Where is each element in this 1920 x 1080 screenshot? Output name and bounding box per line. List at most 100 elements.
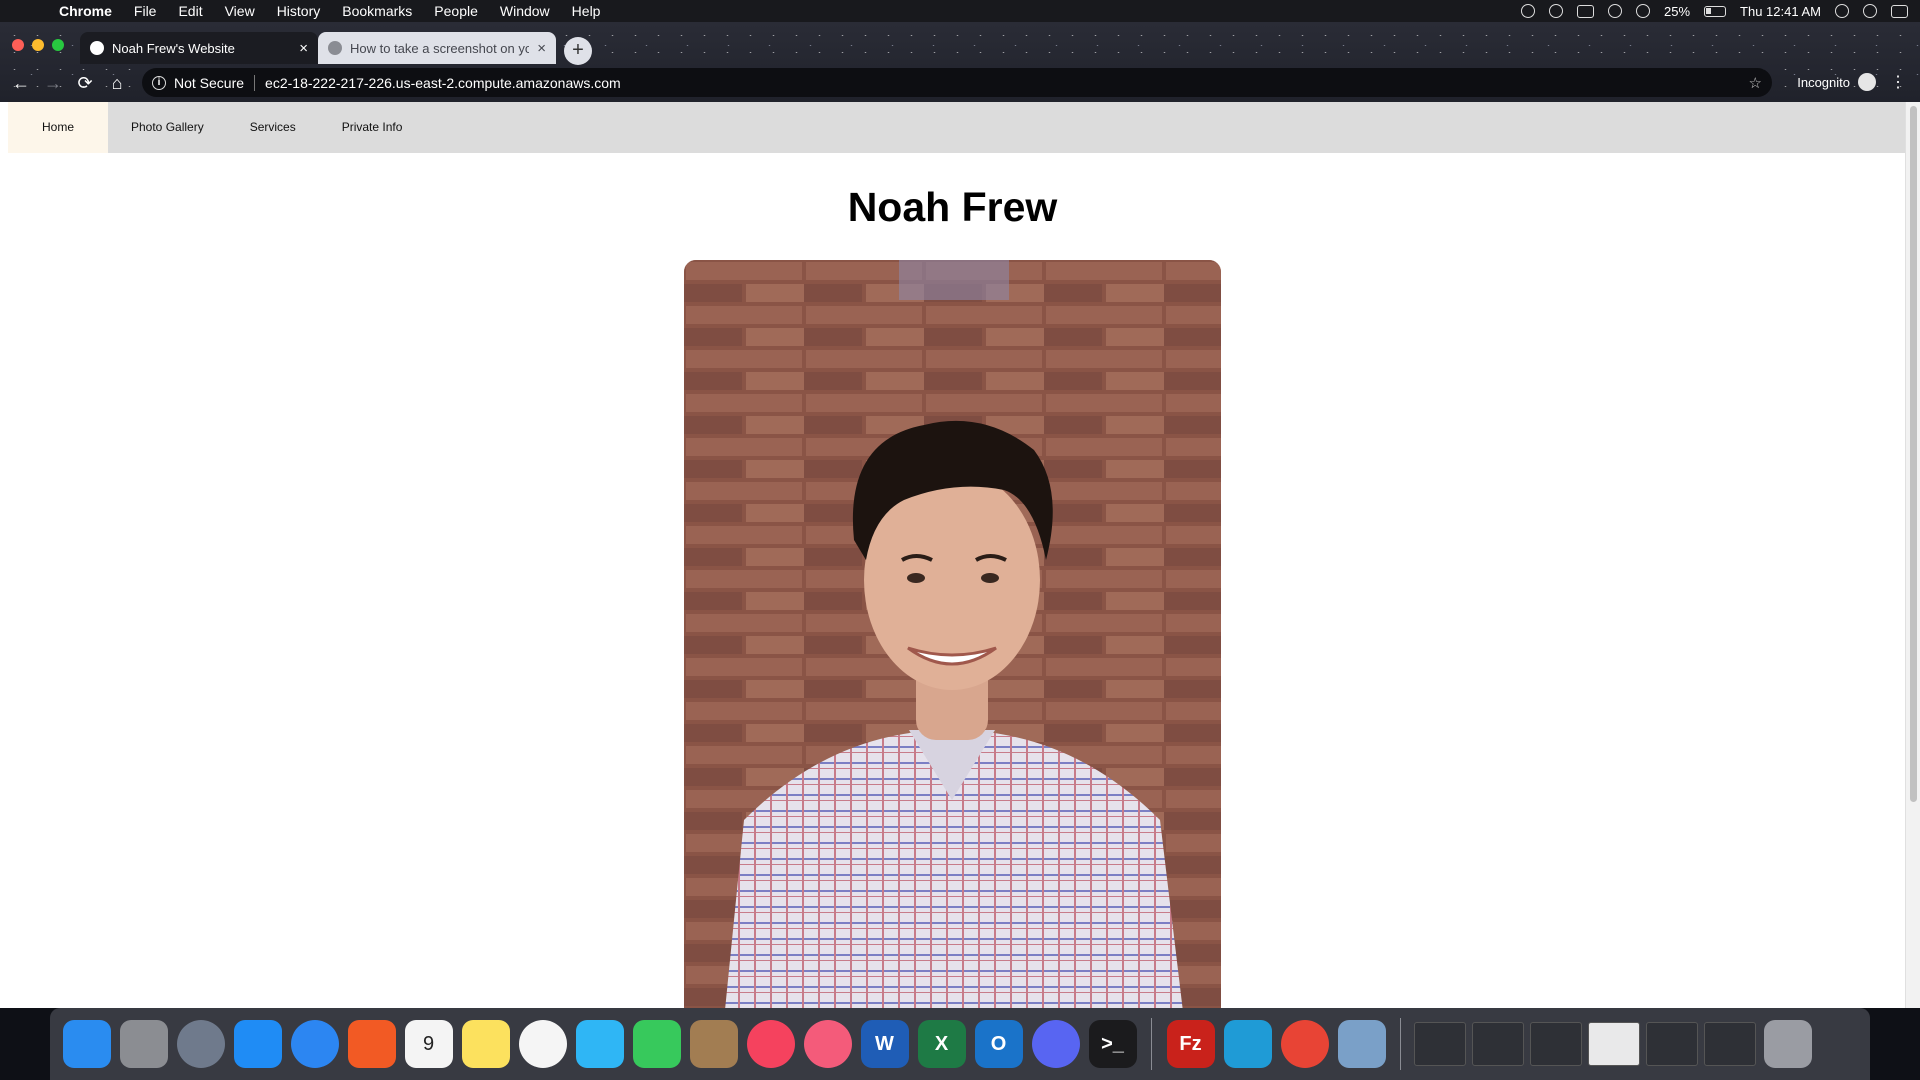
brave-icon[interactable] [347, 1020, 396, 1068]
chrome-icon[interactable] [1280, 1020, 1329, 1068]
incognito-label: Incognito [1797, 74, 1850, 90]
terminal-glyph: >_ [1101, 1032, 1124, 1055]
word-glyph: W [875, 1032, 894, 1055]
profile-photo [684, 260, 1221, 1008]
finder-icon[interactable] [62, 1020, 111, 1068]
dock-divider [1400, 1018, 1401, 1070]
excel-icon[interactable]: X [917, 1020, 966, 1068]
tab-noah-frews-website[interactable]: Noah Frew's Website × [80, 32, 318, 64]
nav-home-link[interactable]: Home [8, 102, 108, 153]
bookmark-star-icon[interactable]: ☆ [1749, 74, 1762, 92]
vmware-icon[interactable] [1223, 1020, 1272, 1068]
nav-photo-gallery-link[interactable]: Photo Gallery [108, 102, 227, 153]
menu-help[interactable]: Help [561, 3, 612, 19]
safari-icon[interactable] [290, 1020, 339, 1068]
home-button[interactable]: ⌂ [101, 73, 133, 94]
window-thumbnail[interactable] [1704, 1022, 1756, 1066]
new-tab-button[interactable]: + [564, 37, 592, 65]
close-tab-icon[interactable]: × [537, 40, 546, 57]
app-store-icon[interactable] [233, 1020, 282, 1068]
terminal-icon[interactable]: >_ [1088, 1020, 1137, 1068]
menu-chrome[interactable]: Chrome [48, 3, 123, 19]
close-tab-icon[interactable]: × [299, 40, 308, 57]
menu-file[interactable]: File [123, 3, 168, 19]
preview-icon[interactable] [1337, 1020, 1386, 1068]
omnibox-separator [254, 74, 256, 91]
close-window-button[interactable] [12, 39, 24, 51]
outlook-icon[interactable]: O [974, 1020, 1023, 1068]
tab-screenshot-help[interactable]: How to take a screenshot on your Mac × [318, 32, 556, 64]
dock-divider [1151, 1018, 1152, 1070]
page-viewport: Home Photo Gallery Services Private Info… [0, 102, 1920, 1008]
macos-menubar: Chrome File Edit View History Bookmarks … [0, 0, 1920, 22]
excel-glyph: X [934, 1032, 949, 1055]
menu-edit[interactable]: Edit [167, 3, 213, 19]
incognito-indicator[interactable]: Incognito [1797, 73, 1876, 91]
portrait-illustration [684, 260, 1221, 1008]
page-scrollbar[interactable] [1905, 102, 1920, 1008]
info-icon[interactable]: i [152, 75, 166, 90]
back-button[interactable]: ← [5, 73, 37, 94]
url-text[interactable]: ec2-18-222-217-226.us-east-2.compute.ama… [265, 75, 621, 91]
battery-percent[interactable]: 25% [1664, 4, 1690, 19]
discord-icon[interactable] [1031, 1020, 1080, 1068]
spotlight-icon[interactable] [1835, 4, 1849, 18]
contacts-icon[interactable] [689, 1020, 738, 1068]
wifi-icon[interactable] [1636, 4, 1651, 18]
browser-chrome: Noah Frew's Website × How to take a scre… [0, 22, 1920, 102]
minimize-window-button[interactable] [32, 39, 44, 51]
creative-cloud-icon[interactable] [1549, 4, 1564, 18]
menu-history[interactable]: History [266, 3, 332, 19]
nav-private-info-link[interactable]: Private Info [319, 102, 426, 153]
security-label[interactable]: Not Secure [174, 75, 244, 91]
macos-dock: 9 W X O >_ Fz [50, 1008, 1870, 1080]
word-icon[interactable]: W [860, 1020, 909, 1068]
outlook-glyph: O [990, 1032, 1007, 1055]
window-thumbnail[interactable] [1646, 1022, 1698, 1066]
address-bar[interactable]: i Not Secure ec2-18-222-217-226.us-east-… [142, 68, 1772, 97]
reader-icon[interactable] [1521, 4, 1536, 18]
site-navigation: Home Photo Gallery Services Private Info [8, 102, 1905, 153]
notification-center-icon[interactable] [1891, 4, 1908, 18]
globe-icon [90, 41, 104, 55]
tab-title: How to take a screenshot on your Mac [350, 40, 530, 56]
bluetooth-icon[interactable] [1608, 4, 1623, 18]
menubar-clock[interactable]: Thu 12:41 AM [1740, 4, 1821, 19]
facetime-icon[interactable] [632, 1020, 681, 1068]
battery-icon[interactable] [1704, 5, 1727, 17]
browser-toolbar: ← → ⟳ ⌂ i Not Secure ec2-18-222-217-226.… [0, 64, 1920, 102]
music-icon[interactable] [803, 1020, 852, 1068]
menu-window[interactable]: Window [489, 3, 561, 19]
nav-services-link[interactable]: Services [227, 102, 319, 153]
scrollbar-thumb[interactable] [1910, 106, 1917, 802]
tab-title: Noah Frew's Website [112, 40, 235, 56]
menu-bookmarks[interactable]: Bookmarks [331, 3, 423, 19]
filezilla-icon[interactable]: Fz [1166, 1020, 1215, 1068]
launchpad-icon[interactable] [176, 1020, 225, 1068]
menu-people[interactable]: People [423, 3, 489, 19]
reload-button[interactable]: ⟳ [69, 73, 101, 94]
menu-view[interactable]: View [214, 3, 266, 19]
system-preferences-icon[interactable] [119, 1020, 168, 1068]
notes-icon[interactable] [461, 1020, 510, 1068]
chrome-menu-button[interactable]: ⋮ [1890, 72, 1906, 92]
calendar-glyph: 9 [422, 1032, 435, 1055]
window-thumbnail[interactable] [1472, 1022, 1524, 1066]
trash-icon[interactable] [1763, 1020, 1812, 1068]
incognito-icon [1858, 73, 1876, 91]
filezilla-glyph: Fz [1179, 1032, 1202, 1055]
siri-icon[interactable] [1863, 4, 1877, 18]
window-thumbnail[interactable] [1588, 1022, 1640, 1066]
page-title: Noah Frew [847, 184, 1058, 230]
window-thumbnail[interactable] [1414, 1022, 1466, 1066]
forward-button[interactable]: → [37, 73, 69, 94]
photos-icon[interactable] [518, 1020, 567, 1068]
news-icon[interactable] [746, 1020, 795, 1068]
messages-icon[interactable] [575, 1020, 624, 1068]
airplay-icon[interactable] [1577, 4, 1595, 18]
window-controls [12, 39, 64, 51]
zoom-window-button[interactable] [52, 39, 64, 51]
apple-favicon-icon [328, 41, 342, 55]
window-thumbnail[interactable] [1530, 1022, 1582, 1066]
calendar-icon[interactable]: 9 [404, 1020, 453, 1068]
